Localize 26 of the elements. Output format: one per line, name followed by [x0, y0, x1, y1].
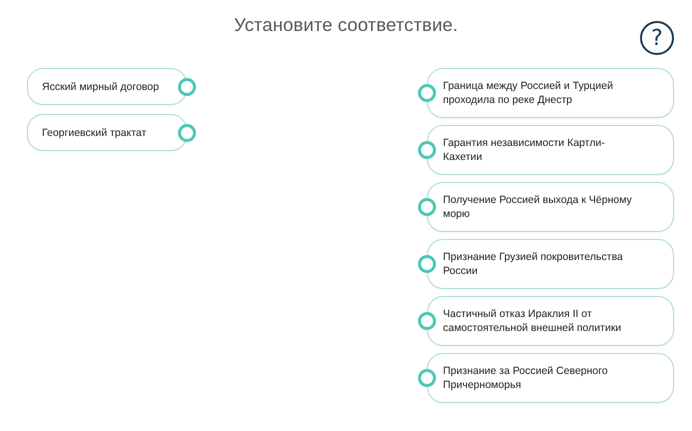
card-text: Признание за Россией Северного Причерноморья [443, 364, 609, 392]
task-title: Установите соответствие. [234, 14, 458, 36]
match-card[interactable]: Георгиевский трактат [27, 114, 187, 151]
card-text: Ясский мирный договор [42, 80, 159, 94]
card-text: Признание Грузией покровительства России [443, 250, 624, 278]
connector-handle[interactable] [418, 141, 436, 159]
match-card[interactable]: Получение Россией выхода к Чёрному морю [427, 182, 674, 232]
connector-handle[interactable] [178, 78, 196, 96]
connector-handle[interactable] [418, 84, 436, 102]
match-card[interactable]: Граница между Россией и Турцией проходила по реке Днестр [427, 68, 674, 118]
connector-handle[interactable] [418, 198, 436, 216]
card-text: Частичный отказ Ираклия II от самостоятельной внешней политики [443, 307, 622, 335]
match-card[interactable]: Гарантия независимости Картли-Кахетии [427, 125, 674, 175]
card-text: Граница между Россией и Турцией проходила по реке Днестр [443, 79, 614, 107]
match-card[interactable]: Признание за Россией Северного Причерноморья [427, 353, 674, 403]
card-text: Гарантия независимости Картли-Кахетии [443, 136, 606, 164]
match-card[interactable]: Частичный отказ Ираклия II от самостоятельной внешней политики [427, 296, 674, 346]
connector-handle[interactable] [418, 312, 436, 330]
connector-handle[interactable] [418, 255, 436, 273]
card-text: Георгиевский трактат [42, 126, 146, 140]
match-card[interactable]: Ясский мирный договор [27, 68, 187, 105]
card-text: Получение Россией выхода к Чёрному морю [443, 193, 633, 221]
help-button[interactable]: ? [640, 21, 674, 55]
connector-handle[interactable] [418, 369, 436, 387]
match-card[interactable]: Признание Грузией покровительства России [427, 239, 674, 289]
connector-handle[interactable] [178, 124, 196, 142]
